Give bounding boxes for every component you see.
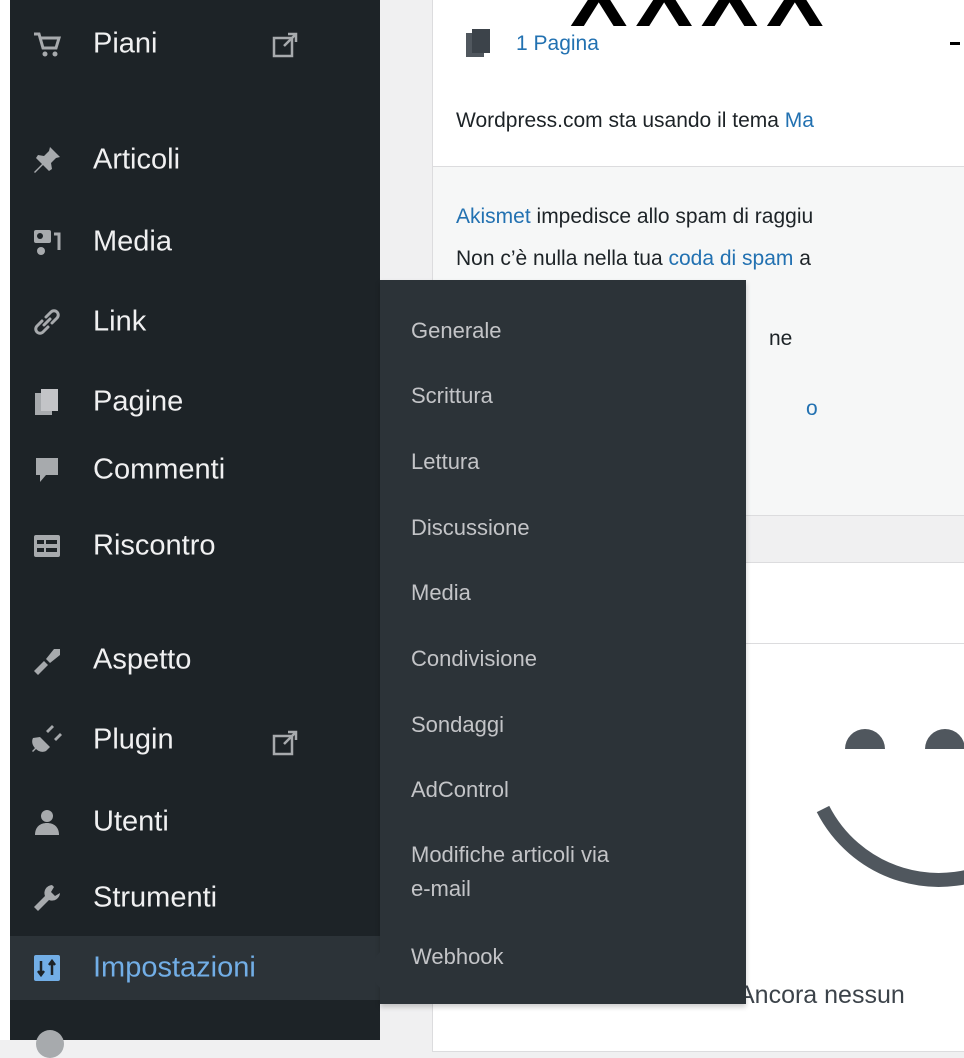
wrench-icon [30,881,64,915]
sidebar-item-label: Pagine [93,385,184,418]
flyout-item-webhook[interactable]: Webhook [411,940,504,974]
sidebar-item-utenti[interactable]: Utenti [10,794,380,850]
sidebar-item-label: Aspetto [93,643,192,676]
sidebar-item-plugin[interactable]: Plugin [10,712,380,768]
pages-icon [466,29,492,59]
sidebar-item-label: Link [93,305,147,338]
link-icon [30,305,64,339]
sidebar-item-strumenti[interactable]: Strumenti [10,870,380,926]
sidebar-item-label: Strumenti [93,881,218,914]
smiley-face-icon [816,729,964,887]
user-icon [30,805,64,839]
flyout-item-media[interactable]: Media [411,576,471,610]
theme-text: Wordpress.com sta usando il tema Ma [456,109,814,132]
flyout-item-sondaggi[interactable]: Sondaggi [411,708,504,742]
page-title-fragment: XXXX [570,0,831,47]
settings-icon [30,951,64,985]
sidebar-item-riscontro[interactable]: Riscontro [10,518,380,574]
sidebar-item-label: Impostazioni [93,951,256,984]
sidebar-item-label: Piani [93,27,158,60]
window-edge [0,0,10,1040]
settings-flyout-menu: Generale Scrittura Lettura Discussione M… [364,280,746,1004]
partial-link-o[interactable]: o [806,397,818,421]
sidebar-item-aspetto[interactable]: Aspetto [10,632,380,688]
flyout-item-lettura[interactable]: Lettura [411,445,480,479]
external-link-icon [272,32,298,58]
title-dash [950,42,960,45]
admin-sidebar: Piani Articoli Media Link Pagine Comment… [10,0,380,1058]
sidebar-item-articoli[interactable]: Articoli [10,132,380,188]
flyout-item-discussione[interactable]: Discussione [411,511,530,545]
sidebar-item-pagine[interactable]: Pagine [10,374,380,430]
sidebar-item-label: Utenti [93,805,169,838]
external-link-icon [272,730,298,756]
flyout-item-label-line-1: Modifiche articoli via [411,842,610,867]
akismet-line-2: Non c’è nulla nella tua coda di spam a [456,247,811,270]
theme-link[interactable]: Ma [785,109,814,132]
flyout-item-label-line-2: e-mail [411,876,471,901]
sidebar-item-label: Media [93,225,172,258]
sidebar-item-media[interactable]: Media [10,214,380,270]
partial-text-ne: ne [769,327,793,350]
cart-icon [30,27,64,61]
pages-icon [30,385,64,419]
sidebar-item-label: Riscontro [93,529,216,562]
flyout-item-generale[interactable]: Generale [411,314,502,348]
media-icon [30,225,64,259]
sidebar-item-label: Commenti [93,453,226,486]
sidebar-item-commenti[interactable]: Commenti [10,442,380,498]
sidebar-item-piani[interactable]: Piani [10,16,380,72]
feedback-icon [30,529,64,563]
sidebar-item-impostazioni[interactable]: Impostazioni [10,936,380,1000]
flyout-item-condivisione[interactable]: Condivisione [411,642,537,676]
activity-empty-text: Ancora nessun [738,981,905,1009]
sidebar-item-link[interactable]: Link [10,294,380,350]
spam-queue-link[interactable]: coda di spam [668,247,793,270]
sidebar-item-label: Articoli [93,143,181,176]
comment-icon [30,453,64,487]
flyout-item-adcontrol[interactable]: AdControl [411,773,509,807]
sidebar-item-partial-icon [36,1030,64,1058]
flyout-pointer [364,952,380,988]
sidebar-item-label: Plugin [93,723,174,756]
akismet-link[interactable]: Akismet [456,205,531,228]
flyout-item-scrittura[interactable]: Scrittura [411,379,493,413]
plugin-icon [30,723,64,757]
pin-icon [30,143,64,177]
akismet-line-1: Akismet impedisce allo spam di raggiu [456,205,814,228]
flyout-item-modifiche-articoli-email[interactable]: Modifiche articoli via e-mail [411,838,609,906]
brush-icon [30,643,64,677]
